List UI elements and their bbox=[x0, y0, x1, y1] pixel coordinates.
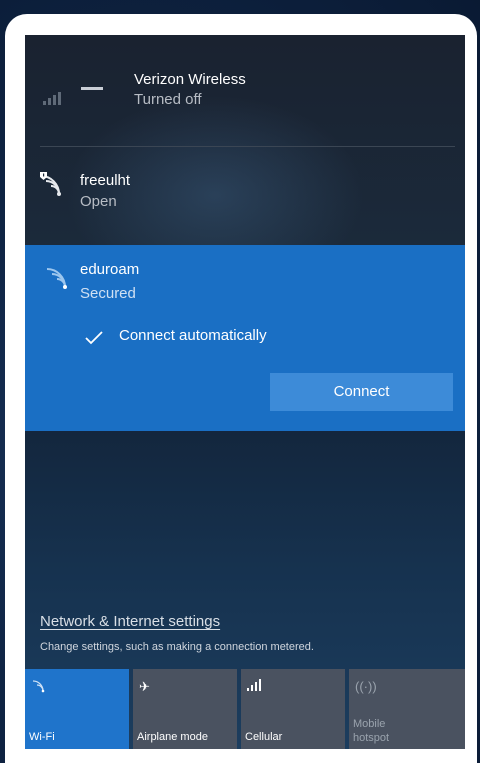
signal-bars-icon bbox=[43, 81, 71, 105]
mobile-hotspot-tile[interactable]: ((·)) Mobile hotspot bbox=[349, 669, 465, 749]
hotspot-icon: ((·)) bbox=[355, 679, 377, 694]
wifi-open-icon bbox=[40, 172, 61, 196]
wifi-tile-label: Wi-Fi bbox=[29, 731, 55, 743]
checkmark-icon[interactable] bbox=[85, 331, 103, 345]
wifi-secured-icon bbox=[46, 268, 67, 289]
network-settings-link[interactable]: Network & Internet settings bbox=[40, 613, 220, 630]
network-flyout: Verizon Wireless Turned off freeulht Ope… bbox=[25, 35, 465, 749]
wifi-icon bbox=[32, 680, 45, 693]
airplane-icon: ✈ bbox=[139, 679, 150, 694]
divider bbox=[40, 146, 455, 147]
cellular-network-item[interactable]: Verizon Wireless Turned off bbox=[25, 35, 465, 150]
cellular-tile[interactable]: Cellular bbox=[241, 669, 345, 749]
cellular-tile-label: Cellular bbox=[245, 731, 283, 743]
airplane-tile-label: Airplane mode bbox=[137, 731, 208, 743]
network-name: freeulht bbox=[80, 172, 131, 189]
cellular-name: Verizon Wireless bbox=[134, 71, 246, 88]
carrier-logo-icon bbox=[81, 87, 103, 90]
airplane-mode-tile[interactable]: ✈ Airplane mode bbox=[133, 669, 237, 749]
network-status: Secured bbox=[80, 285, 136, 302]
connect-automatically-checkbox[interactable]: Connect automatically bbox=[119, 327, 267, 344]
cellular-status: Turned off bbox=[134, 91, 202, 108]
hotspot-tile-label: Mobile hotspot bbox=[353, 718, 390, 744]
network-name: eduroam bbox=[80, 261, 140, 278]
wifi-tile[interactable]: Wi-Fi bbox=[25, 669, 129, 749]
network-status: Open bbox=[80, 193, 117, 210]
settings-description: Change settings, such as making a connec… bbox=[40, 641, 314, 653]
connect-button[interactable]: Connect bbox=[270, 373, 453, 411]
cellular-icon bbox=[247, 679, 261, 691]
network-item-freeulht[interactable]: freeulht Open bbox=[25, 162, 465, 242]
